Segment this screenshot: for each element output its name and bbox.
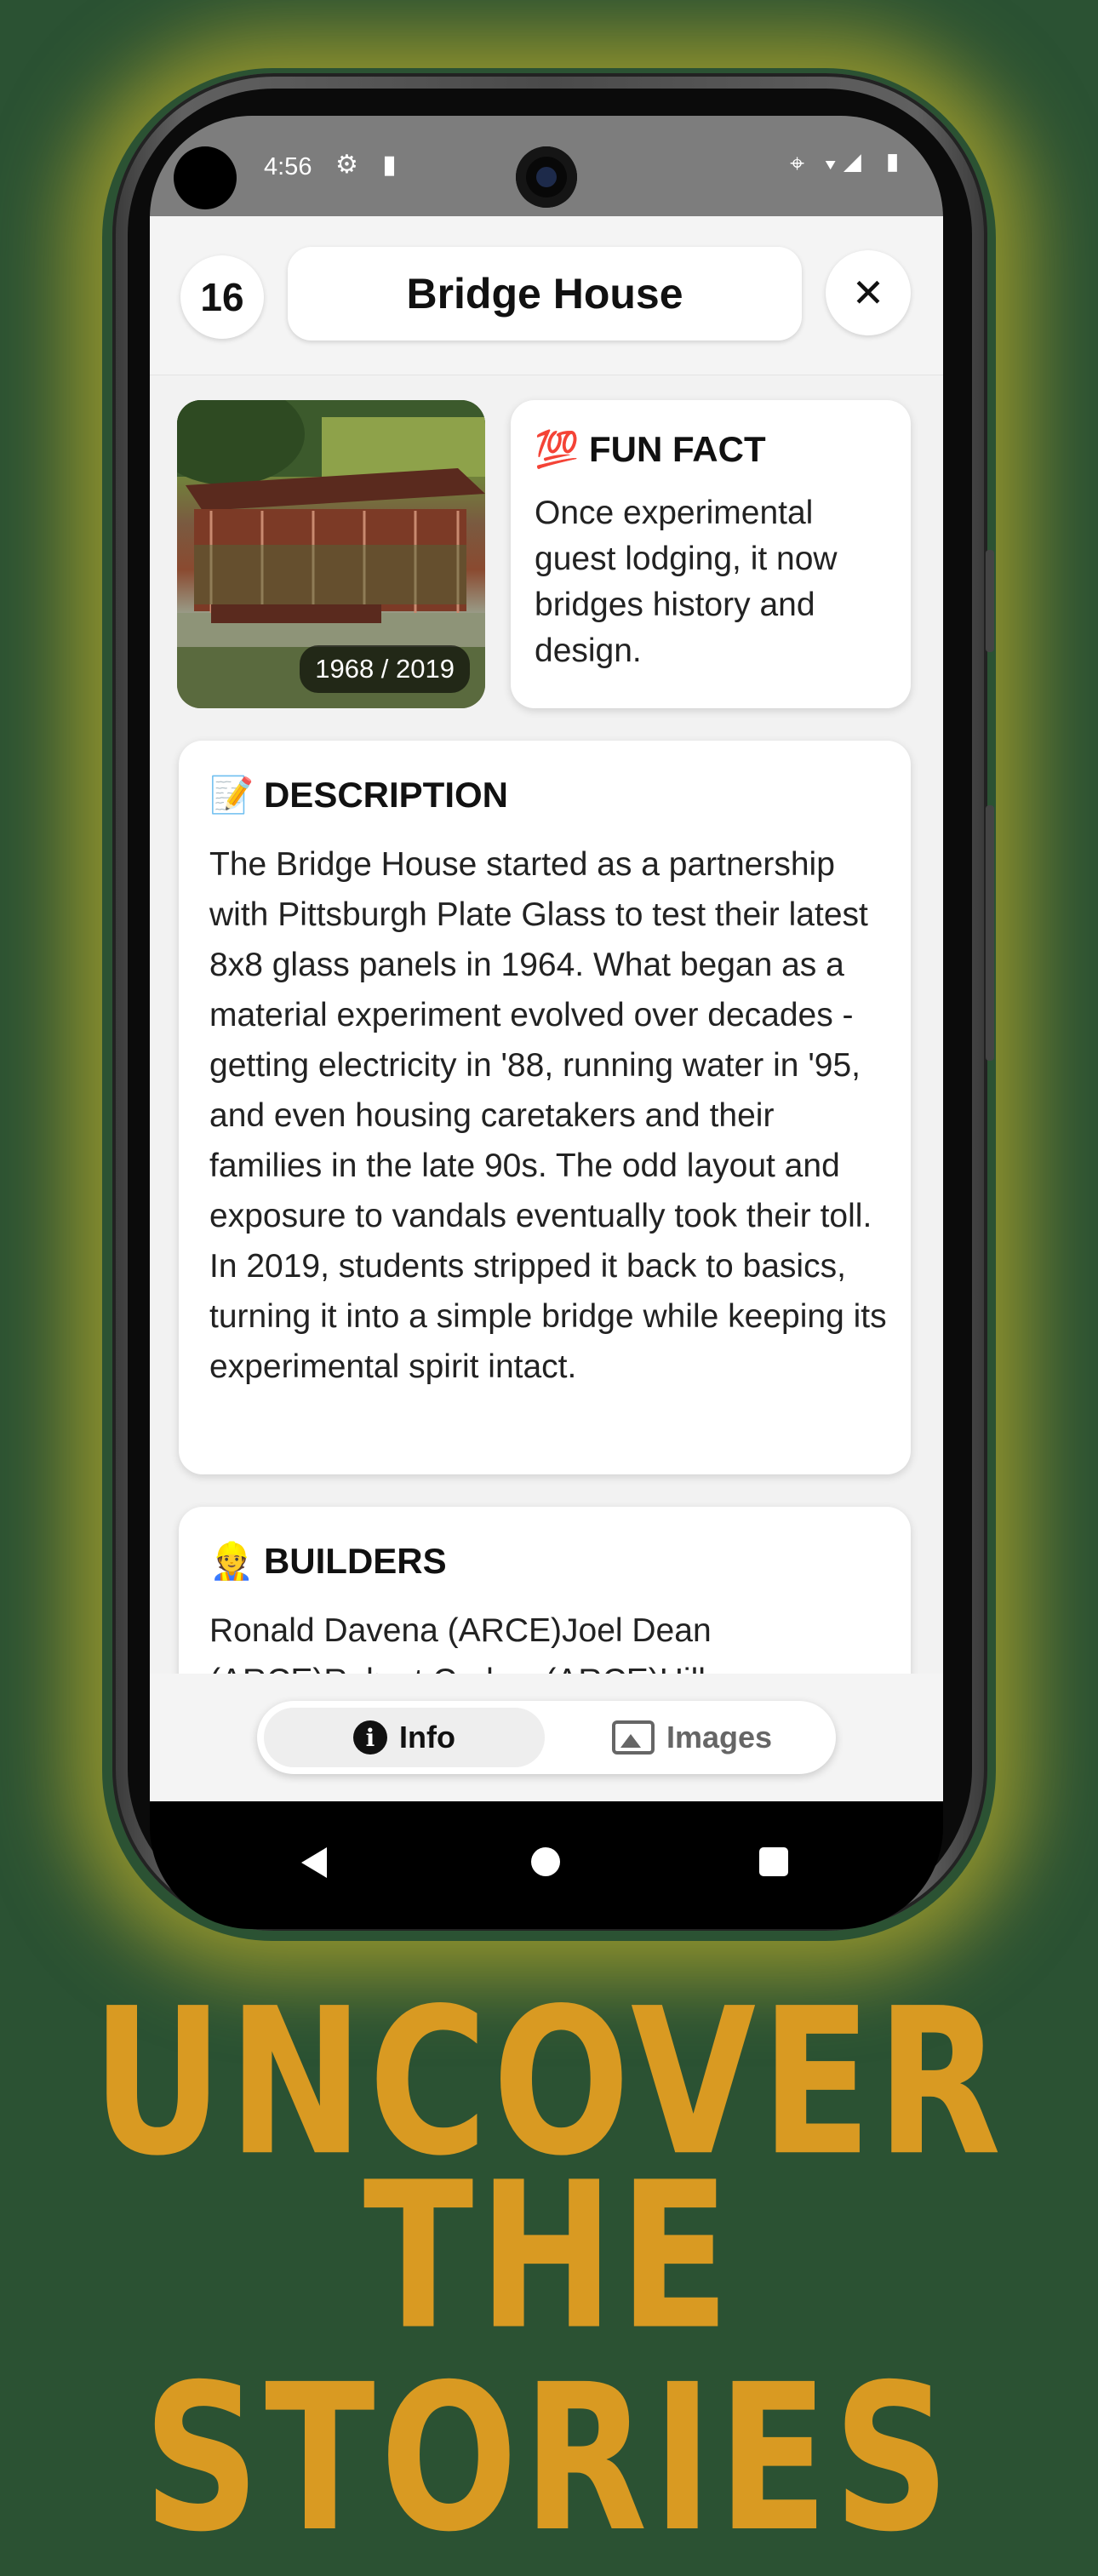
- fun-fact-text: Once experimental guest lodging, it now …: [535, 495, 838, 669]
- description-heading: 📝 DESCRIPTION: [209, 775, 508, 816]
- builders-title: BUILDERS: [263, 1541, 447, 1581]
- fun-fact-title: FUN FACT: [588, 429, 766, 469]
- headline-line2: THE STORIES: [143, 2138, 955, 2576]
- segmented-control: i Info Images: [257, 1701, 836, 1774]
- description-title: DESCRIPTION: [263, 775, 508, 815]
- construction-worker-icon: 👷: [209, 1541, 254, 1581]
- description-text: The Bridge House started as a partnershi…: [209, 846, 887, 1385]
- fun-fact-card: 💯 FUN FACT Once experimental guest lodgi…: [511, 400, 911, 708]
- page-title: Bridge House: [288, 247, 802, 341]
- phone-screen: 4:56 ⚙ ▮ ⌖ ▾◢ ▮ 16 Bridge House ✕ 1968 /…: [150, 116, 943, 1823]
- status-bar: 4:56 ⚙ ▮ ⌖ ▾◢ ▮: [150, 116, 943, 216]
- site-number-badge: 16: [180, 255, 264, 339]
- home-nav-icon[interactable]: [531, 1847, 560, 1876]
- tab-bar: i Info Images: [150, 1674, 943, 1801]
- tab-images[interactable]: Images: [555, 1708, 829, 1767]
- status-time: 4:56: [264, 153, 312, 180]
- builders-card: 👷 BUILDERS Ronald Davena (ARCE)Joel Dean…: [179, 1507, 911, 1674]
- description-card: 📝 DESCRIPTION The Bridge House started a…: [179, 741, 911, 1474]
- recents-nav-icon[interactable]: [759, 1847, 788, 1876]
- system-nav-bar: [150, 1801, 943, 1929]
- tab-info-label: Info: [399, 1720, 455, 1755]
- hundred-icon: 💯: [535, 429, 580, 469]
- app-content: 16 Bridge House ✕ 1968 / 2019 💯 FUN FACT…: [150, 216, 943, 1674]
- back-nav-icon[interactable]: [301, 1847, 327, 1878]
- memo-icon: 📝: [209, 775, 254, 815]
- builders-text: Ronald Davena (ARCE)Joel Dean (ARCE)Robe…: [209, 1612, 742, 1674]
- close-button[interactable]: ✕: [826, 250, 911, 335]
- builders-heading: 👷 BUILDERS: [209, 1541, 447, 1583]
- year-badge: 1968 / 2019: [300, 645, 470, 693]
- header: 16 Bridge House ✕: [150, 216, 943, 375]
- info-icon: i: [353, 1720, 387, 1755]
- status-right-icons: ⌖ ▾◢ ▮: [790, 150, 909, 178]
- site-photo[interactable]: 1968 / 2019: [177, 400, 485, 708]
- images-icon: [611, 1720, 655, 1755]
- tab-info[interactable]: i Info: [264, 1708, 545, 1767]
- tab-images-label: Images: [666, 1720, 773, 1755]
- status-left-icons: ⚙ ▮: [335, 151, 405, 179]
- fun-fact-heading: 💯 FUN FACT: [535, 429, 766, 471]
- front-camera: [516, 146, 577, 208]
